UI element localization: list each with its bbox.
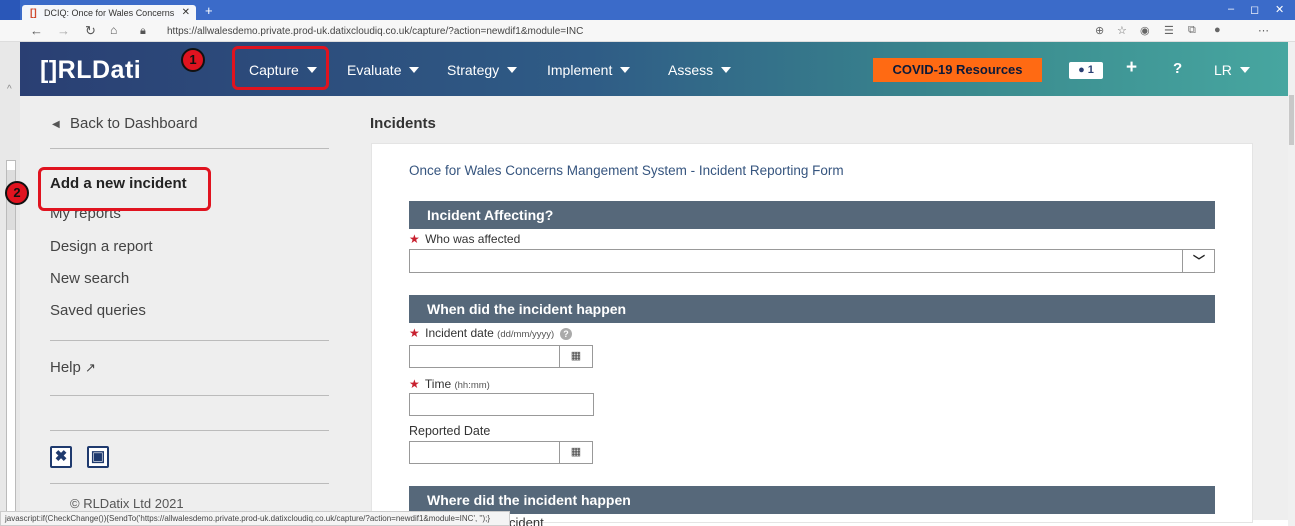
time-label: ★ Time (hh:mm): [409, 377, 490, 391]
back-triangle-icon: ◀: [52, 119, 60, 130]
reported-date-input[interactable]: [409, 441, 560, 464]
favorite-star-icon[interactable]: ☆: [1117, 24, 1127, 37]
who-affected-text: Who was affected: [425, 232, 521, 246]
nav-implement[interactable]: Implement: [547, 62, 631, 78]
new-tab-button[interactable]: +: [205, 3, 213, 18]
tab-title: DCIQ: Once for Wales Concerns: [44, 8, 175, 18]
copyright-text: © RLDatix Ltd 2021: [70, 496, 184, 511]
divider: [50, 148, 329, 149]
divider: [50, 430, 329, 431]
annotation-highlight-add-incident: [38, 167, 211, 211]
required-star-icon: ★: [409, 377, 420, 391]
nav-assess-label: Assess: [668, 62, 714, 78]
incident-date-input[interactable]: [409, 345, 560, 368]
required-star-icon: ★: [409, 326, 420, 340]
chevron-down-icon: [1239, 67, 1250, 73]
time-text: Time: [424, 377, 452, 391]
who-affected-select[interactable]: [409, 249, 1215, 273]
nav-strategy[interactable]: Strategy: [447, 62, 518, 78]
forward-arrow-icon[interactable]: →: [57, 23, 70, 38]
annotation-highlight-capture: [232, 46, 329, 90]
logo-bracket-icon: []: [40, 56, 58, 84]
cancel-x-icon[interactable]: ✖: [50, 446, 72, 468]
chevron-down-icon[interactable]: ﹀: [1182, 249, 1215, 273]
refresh-icon[interactable]: ↻: [85, 23, 96, 39]
required-star-icon: ★: [409, 232, 420, 246]
reported-date-label: Reported Date: [409, 424, 491, 438]
nav-strategy-label: Strategy: [447, 62, 500, 78]
user-icon: ●: [1078, 64, 1085, 76]
time-format-hint: (hh:mm): [454, 380, 490, 391]
help-question-icon[interactable]: ?: [1173, 60, 1182, 77]
user-initials: LR: [1214, 62, 1232, 78]
divider: [50, 395, 329, 396]
profile-icon[interactable]: ●: [1214, 24, 1221, 36]
favorites-list-icon[interactable]: ☰: [1164, 24, 1174, 37]
page-scrollbar-thumb[interactable]: [1289, 95, 1294, 145]
sidebar-item-new-search[interactable]: New search: [50, 270, 129, 287]
sidebar-item-design-report[interactable]: Design a report: [50, 238, 153, 255]
rldatix-logo[interactable]: []RLDati: [40, 56, 141, 85]
chevron-down-icon: [507, 67, 518, 73]
home-icon[interactable]: ⌂: [110, 23, 117, 37]
calendar-icon[interactable]: ▦: [559, 345, 593, 368]
nav-evaluate-label: Evaluate: [347, 62, 402, 78]
nav-assess[interactable]: Assess: [668, 62, 732, 78]
nav-implement-label: Implement: [547, 62, 613, 78]
browser-tab[interactable]: [] DCIQ: Once for Wales Concerns ✕: [22, 5, 196, 20]
sidebar-item-saved-queries[interactable]: Saved queries: [50, 302, 146, 319]
plus-icon[interactable]: +: [1126, 57, 1137, 79]
window-edge: [0, 0, 20, 20]
incident-date-text: Incident date: [425, 326, 494, 340]
user-menu[interactable]: LR: [1214, 62, 1250, 78]
lock-icon: 🔒︎: [140, 25, 146, 37]
page-title: Incidents: [370, 115, 436, 132]
divider: [50, 483, 329, 484]
chevron-down-icon: [409, 67, 420, 73]
collapse-chevron-icon[interactable]: ^: [7, 84, 12, 95]
annotation-step-2: 2: [5, 181, 29, 205]
form-title: Once for Wales Concerns Mangement System…: [409, 163, 844, 178]
section-incident-affecting: Incident Affecting?: [409, 201, 1215, 229]
maximize-button[interactable]: ◻: [1250, 3, 1259, 16]
browser-status-bar: javascript:if(CheckChange()){SendTo('htt…: [0, 511, 510, 526]
logo-text: RLDati: [57, 56, 142, 84]
zoom-icon[interactable]: ⊕: [1095, 24, 1104, 37]
tab-close-icon[interactable]: ✕: [182, 7, 190, 18]
minimize-button[interactable]: –: [1228, 3, 1234, 15]
help-link[interactable]: Help ↗: [50, 359, 96, 376]
collections-icon[interactable]: ⧉: [1188, 24, 1196, 37]
section-where: Where did the incident happen: [409, 486, 1215, 514]
close-window-button[interactable]: ✕: [1275, 3, 1284, 16]
nav-evaluate[interactable]: Evaluate: [347, 62, 420, 78]
help-label: Help: [50, 359, 81, 376]
time-input[interactable]: [409, 393, 594, 416]
divider: [50, 340, 329, 341]
calendar-icon[interactable]: ▦: [559, 441, 593, 464]
user-count-badge[interactable]: ● 1: [1069, 62, 1103, 79]
section-when: When did the incident happen: [409, 295, 1215, 323]
who-affected-label: ★ Who was affected: [409, 232, 520, 246]
date-format-hint: (dd/mm/yyyy): [497, 329, 555, 340]
chevron-down-icon: [721, 67, 732, 73]
extension-icon[interactable]: ◉: [1140, 24, 1150, 37]
more-menu-icon[interactable]: ⋯: [1258, 24, 1269, 37]
incident-date-label: ★ Incident date (dd/mm/yyyy): [409, 326, 554, 340]
back-arrow-icon[interactable]: ←: [30, 23, 43, 38]
back-to-dashboard-link[interactable]: Back to Dashboard: [70, 115, 198, 132]
covid-resources-button[interactable]: COVID-19 Resources: [873, 58, 1042, 82]
chevron-down-icon: [620, 67, 631, 73]
annotation-step-1: 1: [181, 48, 205, 72]
save-disk-icon[interactable]: ▣: [87, 446, 109, 468]
datix-favicon-icon: []: [30, 8, 37, 19]
partial-label: cident: [509, 515, 544, 526]
external-link-icon: ↗: [85, 360, 96, 375]
user-count: 1: [1087, 64, 1094, 76]
help-question-icon[interactable]: ?: [560, 328, 572, 340]
url-field[interactable]: https://allwalesdemo.private.prod-uk.dat…: [167, 26, 583, 37]
